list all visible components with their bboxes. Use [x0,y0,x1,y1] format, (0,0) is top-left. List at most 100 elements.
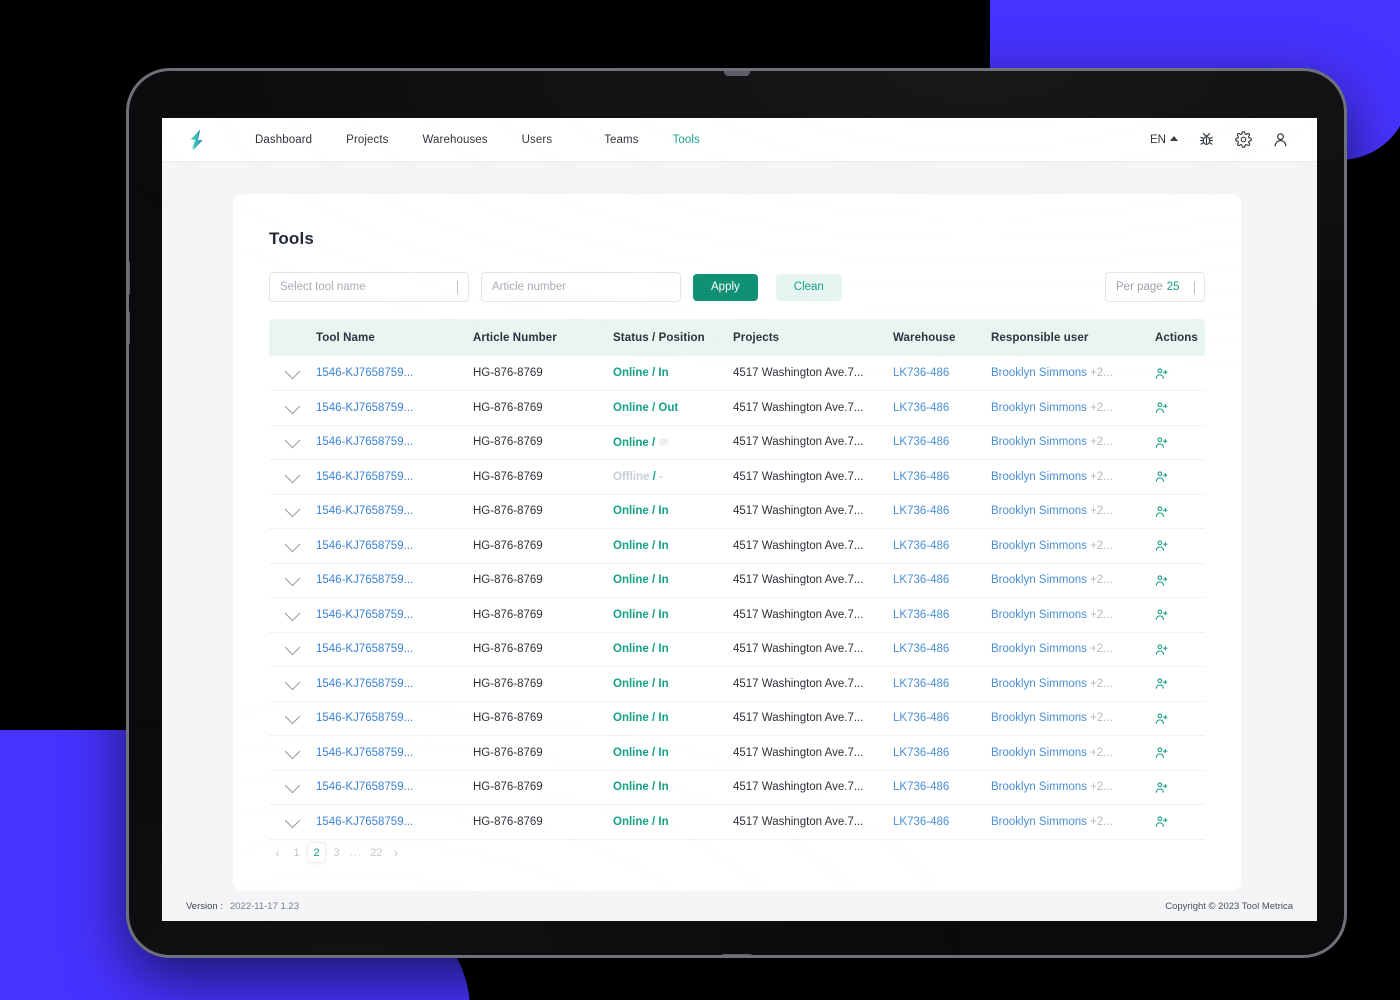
user-plus-icon[interactable] [1155,367,1205,380]
chevron-down-icon[interactable] [284,570,301,587]
chevron-down-icon[interactable] [284,639,301,656]
responsible-user-more[interactable]: +2... [1087,574,1113,586]
tool-name-link[interactable]: 1546-KJ7658759... [316,643,413,655]
row-expand-cell[interactable] [269,666,311,702]
warehouse-link[interactable]: LK736-486 [893,678,949,690]
row-expand-cell[interactable] [269,597,311,633]
responsible-user-link[interactable]: Brooklyn Simmons [991,816,1087,828]
pagination-prev[interactable]: ‹ [269,843,286,862]
responsible-user-more[interactable]: +2... [1087,540,1113,552]
chevron-down-icon[interactable] [284,674,301,691]
user-icon[interactable] [1272,131,1289,148]
nav-link-teams[interactable]: Teams [587,134,655,146]
row-expand-cell[interactable] [269,701,311,736]
user-plus-icon[interactable] [1155,712,1205,725]
responsible-user-link[interactable]: Brooklyn Simmons [991,505,1087,517]
warehouse-link[interactable]: LK736-486 [893,402,949,414]
warehouse-link[interactable]: LK736-486 [893,574,949,586]
row-expand-cell[interactable] [269,632,311,667]
chevron-down-icon[interactable] [284,605,301,622]
responsible-user-more[interactable]: +2... [1087,643,1113,655]
responsible-user-more[interactable]: +2... [1087,816,1113,828]
language-selector[interactable]: EN [1150,134,1178,146]
user-plus-icon[interactable] [1155,505,1205,518]
pagination-page-22[interactable]: 22 [367,843,385,862]
user-plus-icon[interactable] [1155,746,1205,759]
user-plus-icon[interactable] [1155,401,1205,414]
row-expand-cell[interactable] [269,528,311,564]
col-article-number[interactable]: Article Number [441,319,581,356]
user-plus-icon[interactable] [1155,677,1205,690]
tool-name-link[interactable]: 1546-KJ7658759... [316,712,413,724]
col-projects[interactable]: Projects [705,319,867,356]
tool-name-link[interactable]: 1546-KJ7658759... [316,402,413,414]
pagination-page-3[interactable]: 3 [328,843,345,862]
tool-name-link[interactable]: 1546-KJ7658759... [316,540,413,552]
row-expand-cell[interactable] [269,459,311,495]
responsible-user-more[interactable]: +2... [1087,402,1113,414]
tool-name-link[interactable]: 1546-KJ7658759... [316,505,413,517]
table-row[interactable]: 1546-KJ7658759... HG-876-8769 Online / In 4… [269,494,1205,529]
responsible-user-more[interactable]: +2... [1087,471,1113,483]
gear-icon[interactable] [1235,131,1252,148]
row-expand-cell[interactable] [269,735,311,771]
nav-link-tools[interactable]: Tools [656,134,717,146]
tool-name-link[interactable]: 1546-KJ7658759... [316,367,413,379]
row-expand-cell[interactable] [269,563,311,598]
table-row[interactable]: 1546-KJ7658759... HG-876-8769 Online / In 4… [269,632,1205,667]
table-row[interactable]: 1546-KJ7658759... HG-876-8769 Online / In 4… [269,528,1205,564]
col-tool-name[interactable]: Tool Name [311,319,441,356]
responsible-user-link[interactable]: Brooklyn Simmons [991,712,1087,724]
tool-metrica-logo[interactable] [184,127,210,153]
row-expand-cell[interactable] [269,425,311,460]
table-row[interactable]: 1546-KJ7658759... HG-876-8769 Offline / -4… [269,459,1205,495]
row-expand-cell[interactable] [269,390,311,426]
responsible-user-link[interactable]: Brooklyn Simmons [991,367,1087,379]
tool-name-link[interactable]: 1546-KJ7658759... [316,436,413,448]
nav-link-warehouses[interactable]: Warehouses [406,134,505,146]
table-row[interactable]: 1546-KJ7658759... HG-876-8769 Online / In 4… [269,563,1205,598]
responsible-user-link[interactable]: Brooklyn Simmons [991,436,1087,448]
chevron-down-icon[interactable] [284,467,301,484]
chevron-down-icon[interactable] [284,777,301,794]
warehouse-link[interactable]: LK736-486 [893,367,949,379]
responsible-user-more[interactable]: +2... [1087,505,1113,517]
responsible-user-link[interactable]: Brooklyn Simmons [991,678,1087,690]
table-row[interactable]: 1546-KJ7658759... HG-876-8769 Online / In 4… [269,770,1205,805]
warehouse-link[interactable]: LK736-486 [893,505,949,517]
table-row[interactable]: 1546-KJ7658759... HG-876-8769 Online / In 4… [269,356,1205,391]
chevron-down-icon[interactable] [284,812,301,829]
responsible-user-more[interactable]: +2... [1087,781,1113,793]
user-plus-icon[interactable] [1155,608,1205,621]
chevron-down-icon[interactable] [284,501,301,518]
tool-name-link[interactable]: 1546-KJ7658759... [316,574,413,586]
warehouse-link[interactable]: LK736-486 [893,609,949,621]
chevron-down-icon[interactable] [284,743,301,760]
chevron-down-icon[interactable] [284,432,301,449]
row-expand-cell[interactable] [269,770,311,805]
tool-name-link[interactable]: 1546-KJ7658759... [316,747,413,759]
user-plus-icon[interactable] [1155,539,1205,552]
responsible-user-more[interactable]: +2... [1087,609,1113,621]
responsible-user-link[interactable]: Brooklyn Simmons [991,609,1087,621]
per-page-select[interactable]: Per page 25 [1105,272,1205,302]
user-plus-icon[interactable] [1155,643,1205,656]
responsible-user-more[interactable]: +2... [1087,367,1113,379]
bug-icon[interactable] [1198,131,1215,148]
chevron-down-icon[interactable] [284,363,301,380]
table-row[interactable]: 1546-KJ7658759... HG-876-8769 Online / In 4… [269,804,1205,840]
nav-link-dashboard[interactable]: Dashboard [238,134,329,146]
pagination-page-1[interactable]: 1 [288,843,305,862]
responsible-user-link[interactable]: Brooklyn Simmons [991,574,1087,586]
tool-name-select[interactable]: Select tool name [269,272,469,302]
row-expand-cell[interactable] [269,356,311,391]
responsible-user-more[interactable]: +2... [1087,747,1113,759]
warehouse-link[interactable]: LK736-486 [893,471,949,483]
user-plus-icon[interactable] [1155,436,1205,449]
apply-button[interactable]: Apply [693,273,758,301]
table-row[interactable]: 1546-KJ7658759... HG-876-8769 Online / In 4… [269,735,1205,771]
user-plus-icon[interactable] [1155,781,1205,794]
nav-link-projects[interactable]: Projects [329,134,405,146]
chevron-down-icon[interactable] [284,708,301,725]
tool-name-link[interactable]: 1546-KJ7658759... [316,781,413,793]
